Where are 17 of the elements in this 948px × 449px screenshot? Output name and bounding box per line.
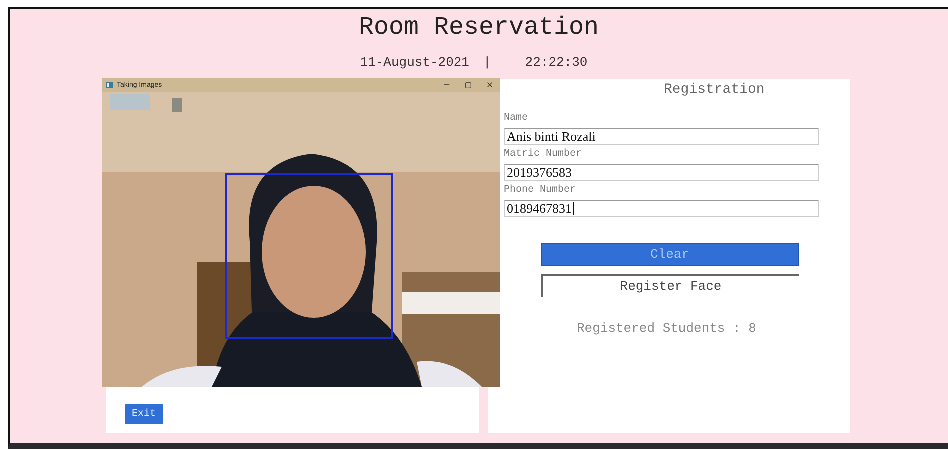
maximize-icon[interactable] [465, 82, 472, 88]
close-icon[interactable] [486, 81, 494, 89]
registered-count: Registered Students : 8 [577, 321, 758, 337]
date-text: 11-August-2021 [360, 55, 470, 71]
field-label: Name [504, 113, 530, 125]
input-field[interactable]: 0189467831 [504, 200, 819, 217]
field-label: Phone Number [504, 185, 578, 197]
register-face-button[interactable]: Register Face [541, 274, 799, 297]
separator-text: | [483, 55, 492, 71]
input-field[interactable]: Anis binti Rozali [504, 128, 819, 145]
field-label: Matric Number [504, 149, 584, 161]
registration-title: Registration [664, 81, 765, 99]
page-title: Room Reservation [358, 13, 600, 43]
exit-button[interactable]: Exit [125, 404, 163, 424]
time-text: 22:22:30 [525, 55, 588, 71]
app-icon [106, 82, 113, 88]
input-field[interactable]: 2019376583 [504, 164, 819, 181]
